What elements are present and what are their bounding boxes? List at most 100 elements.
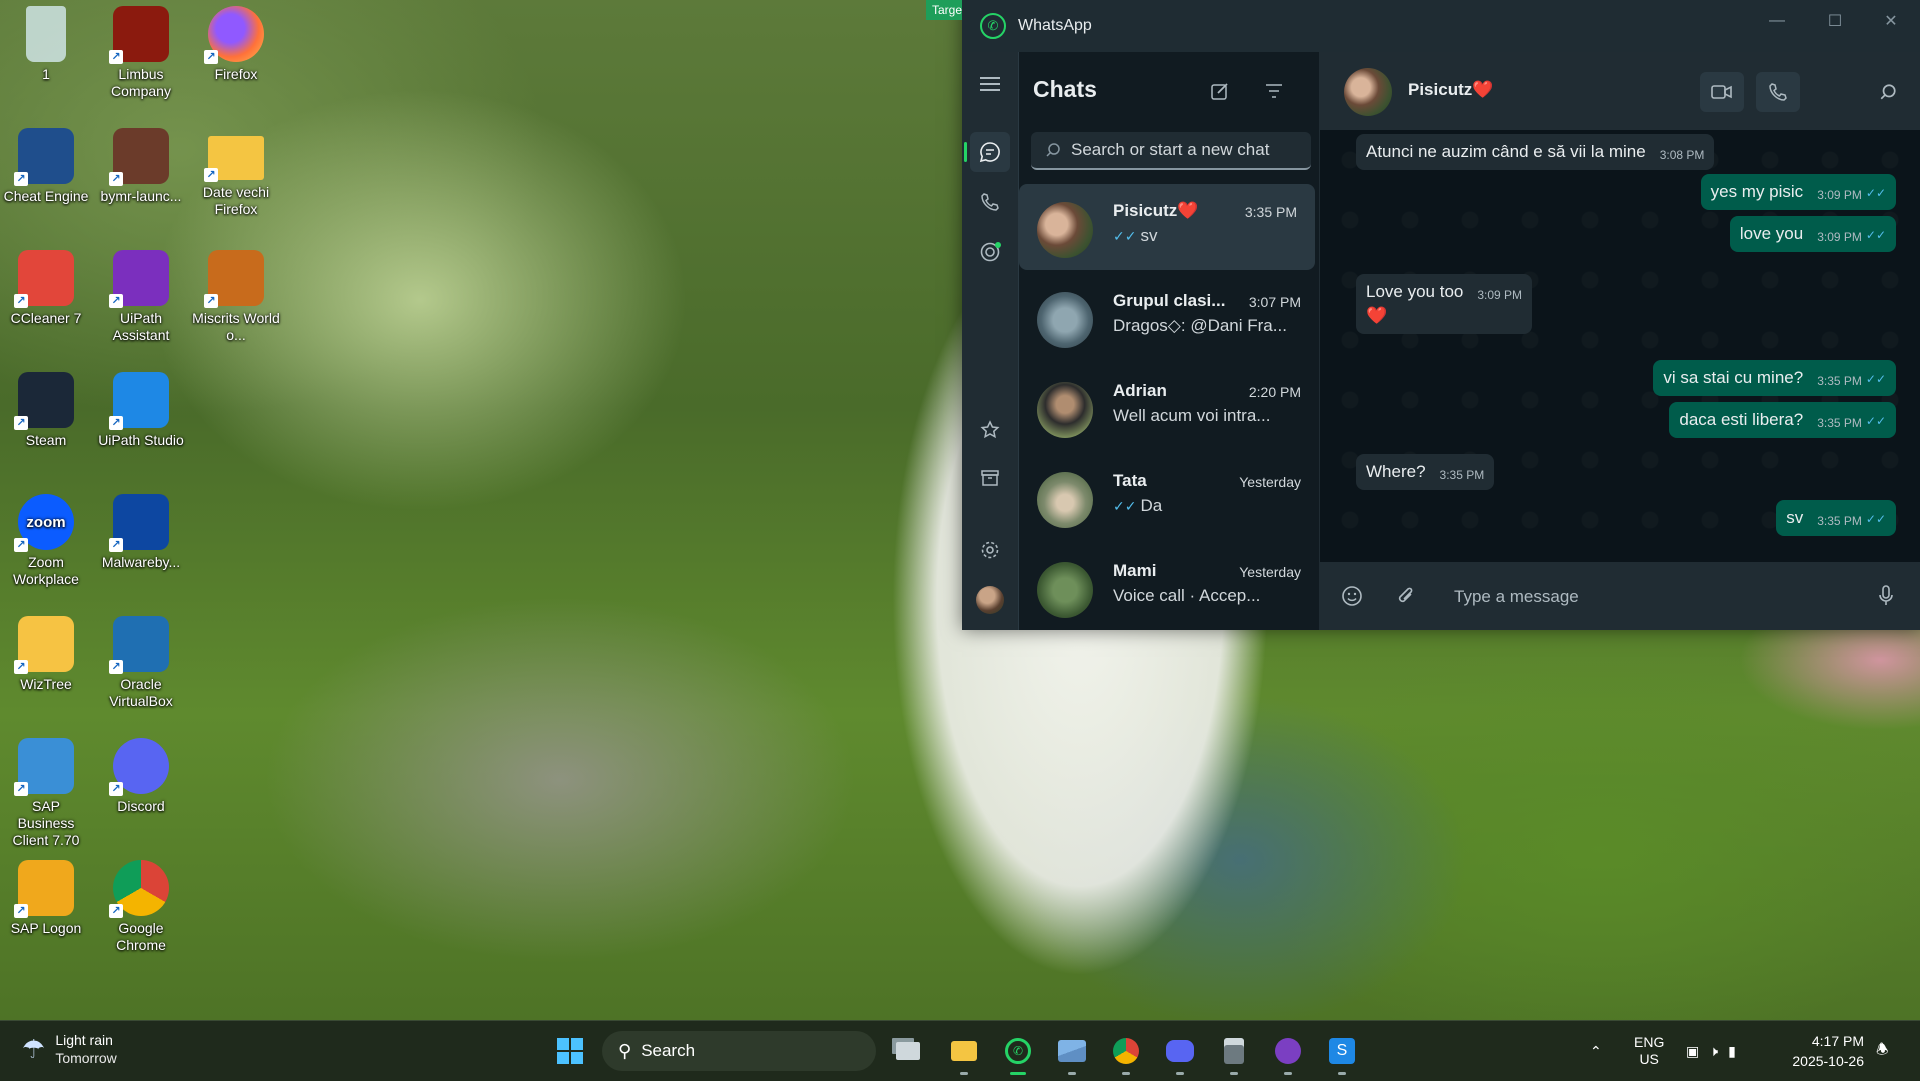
filter-icon (1266, 84, 1282, 98)
chat-list-item[interactable]: Pisicutz❤️ 3:35 PM ✓✓ sv (1019, 184, 1315, 270)
desktop-icon[interactable]: ↗ Miscrits World o... (192, 250, 280, 344)
settings-nav-button[interactable] (970, 530, 1010, 570)
new-chat-button[interactable] (1205, 76, 1235, 106)
chats-nav-button[interactable] (964, 132, 1010, 172)
taskbar-search[interactable]: ⚲ Search (602, 1031, 876, 1071)
chrome-taskbar-button[interactable] (1106, 1031, 1146, 1075)
chat-preview: Dragos◇: @Dani Fra... (1113, 316, 1287, 336)
chat-list-item[interactable]: Mami Yesterday Voice call · Accep... (1019, 544, 1319, 630)
calculator-taskbar-button[interactable] (1214, 1031, 1254, 1075)
task-view-button[interactable] (888, 1031, 928, 1071)
starred-nav-button[interactable] (970, 410, 1010, 450)
chat-preview-text: sv (1140, 226, 1158, 245)
title-bar[interactable]: ✆ WhatsApp — ☐ ✕ (962, 0, 1920, 52)
desktop-icon[interactable]: ↗ Firefox (192, 6, 280, 83)
desktop-icon[interactable]: ↗ Limbus Company (97, 6, 185, 100)
gear-icon (981, 541, 999, 559)
contact-avatar[interactable] (1344, 68, 1392, 116)
weather-widget[interactable]: ☂ Light rain Tomorrow (22, 1031, 117, 1067)
outgoing-message[interactable]: vi sa stai cu mine? 3:35 PM ✓✓ (1653, 360, 1896, 396)
message-composer (1320, 562, 1920, 630)
paperclip-icon (1398, 587, 1413, 603)
archived-nav-button[interactable] (970, 458, 1010, 498)
outgoing-message[interactable]: sv 3:35 PM ✓✓ (1776, 500, 1896, 536)
video-call-button[interactable] (1700, 72, 1744, 112)
photos-icon (1058, 1040, 1086, 1062)
close-button[interactable]: ✕ (1862, 0, 1920, 42)
desktop-icon[interactable]: ↗ SAP Business Client 7.70 (2, 738, 90, 849)
file-explorer-button[interactable] (944, 1031, 984, 1075)
message-input[interactable] (1452, 586, 1836, 608)
desktop-icon[interactable]: ↗ SAP Logon (2, 860, 90, 937)
virtualbox-icon: ↗ (109, 616, 169, 674)
filter-button[interactable] (1259, 76, 1289, 106)
desktop-icon[interactable]: ↗ bymr-launc... (97, 128, 185, 205)
incoming-message[interactable]: Love you too 3:09 PM ❤️ (1356, 274, 1533, 334)
clock-date: 2025-10-26 (1792, 1053, 1864, 1069)
contact-name[interactable]: Pisicutz❤️ (1408, 80, 1493, 100)
emoji-button[interactable] (1332, 576, 1372, 616)
uipath-studio-taskbar-button[interactable]: S (1322, 1031, 1362, 1075)
incoming-message[interactable]: Atunci ne auzim când e să vii la mine 3:0… (1356, 134, 1715, 170)
desktop-icon[interactable]: ↗ UiPath Studio (97, 372, 185, 449)
clock[interactable]: 4:17 PM 2025-10-26 (1792, 1031, 1864, 1071)
calls-nav-button[interactable] (970, 182, 1010, 222)
menu-button[interactable] (970, 64, 1010, 104)
language-indicator[interactable]: ENG US (1634, 1021, 1664, 1081)
message-text: Where? (1366, 462, 1426, 481)
desktop-icon[interactable]: ↗ Steam (2, 372, 90, 449)
desktop-icon[interactable]: ↗ Google Chrome (97, 860, 185, 954)
outgoing-message[interactable]: love you 3:09 PM ✓✓ (1729, 216, 1896, 252)
chat-list-item[interactable]: Grupul clasi... 3:07 PM Dragos◇: @Dani Fra… (1019, 274, 1319, 360)
ccleaner-icon: ↗ (14, 250, 74, 308)
desktop-icon[interactable]: ↗ UiPath Assistant (97, 250, 185, 344)
minimize-button[interactable]: — (1748, 0, 1806, 42)
maximize-button[interactable]: ☐ (1806, 0, 1864, 42)
message-time: 3:09 PM (1817, 188, 1862, 202)
incoming-message[interactable]: Where? 3:35 PM (1356, 454, 1495, 490)
chat-list-item[interactable]: Adrian 2:20 PM Well acum voi intra... (1019, 364, 1319, 450)
start-button[interactable] (550, 1031, 590, 1071)
microphone-icon (1879, 585, 1893, 605)
desktop-icon[interactable]: ↗ Malwareby... (97, 494, 185, 571)
desktop-icon[interactable]: 1 (2, 6, 90, 83)
system-tray[interactable]: ▣ 🕨 ▮ (1686, 1021, 1736, 1081)
chat-list-item[interactable]: Tata Yesterday ✓✓ Da (1019, 454, 1319, 540)
search-box[interactable] (1031, 132, 1311, 170)
message-time: 3:08 PM (1659, 148, 1705, 162)
desktop-icon[interactable]: ↗ Date vechi Firefox (192, 128, 280, 218)
chat-time: 2:20 PM (1248, 384, 1301, 400)
photos-taskbar-button[interactable] (1052, 1031, 1092, 1075)
outgoing-message[interactable]: daca esti libera? 3:35 PM ✓✓ (1669, 402, 1896, 438)
search-in-chat-button[interactable] (1866, 72, 1910, 112)
voice-message-button[interactable] (1866, 576, 1906, 616)
desktop-icon[interactable]: ↗ Discord (97, 738, 185, 815)
status-nav-button[interactable] (970, 232, 1010, 272)
outgoing-message[interactable]: yes my pisic 3:09 PM ✓✓ (1700, 174, 1896, 210)
language-code: ENG (1634, 1034, 1665, 1050)
github-taskbar-button[interactable] (1268, 1031, 1308, 1075)
chat-list-panel: Chats Pisicutz❤️3:35 PM✓✓svGrupul clasi.… (1019, 52, 1319, 630)
hamburger-icon (980, 77, 1000, 91)
desktop-icon[interactable]: zoom ↗ Zoom Workplace (2, 494, 90, 588)
message-list[interactable]: Atunci ne auzim când e să vii la mine 3:0… (1320, 130, 1920, 550)
desktop-icon[interactable]: ↗ Cheat Engine (2, 128, 90, 205)
chat-time: Yesterday (1239, 564, 1301, 580)
show-hidden-icons-button[interactable]: ⌃ (1590, 1021, 1602, 1081)
message-time: 3:09 PM (1477, 288, 1523, 302)
discord-taskbar-button[interactable] (1160, 1031, 1200, 1075)
whatsapp-taskbar-button[interactable]: ✆ (998, 1031, 1038, 1075)
uipath-studio-icon: ↗ (109, 372, 169, 430)
desktop-icon[interactable]: ↗ WizTree (2, 616, 90, 693)
desktop-icon[interactable]: ↗ Oracle VirtualBox (97, 616, 185, 710)
notifications-button[interactable]: 🕭 (1876, 1021, 1889, 1081)
voice-call-button[interactable] (1756, 72, 1800, 112)
phone-icon (1769, 83, 1787, 101)
profile-nav-button[interactable] (970, 580, 1010, 620)
discord-icon: ↗ (109, 738, 169, 796)
conversation-header[interactable]: Pisicutz❤️ (1320, 52, 1920, 130)
desktop-icon[interactable]: ↗ CCleaner 7 (2, 250, 90, 327)
attach-button[interactable] (1386, 576, 1426, 616)
network-icon: ▣ (1686, 1042, 1700, 1059)
search-input[interactable] (1069, 139, 1293, 161)
